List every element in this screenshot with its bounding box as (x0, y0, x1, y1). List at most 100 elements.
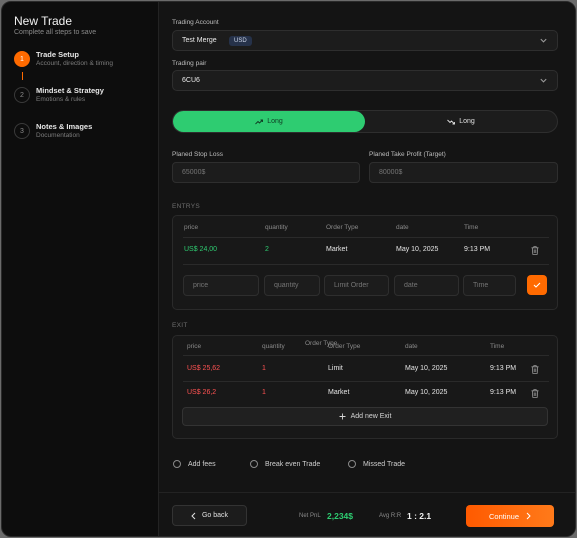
exit-price: US$ 25,62 (187, 365, 221, 372)
pair-select[interactable]: 6CU6 (172, 70, 558, 91)
col-price: price (184, 224, 199, 231)
step-mindset-strategy[interactable]: 2 Mindset & Strategy Emotions & rules (14, 86, 154, 116)
currency-badge: USD (229, 36, 252, 46)
continue-label: Continue (488, 511, 520, 521)
net-pnl-value: 2,234$ (327, 511, 353, 521)
stop-loss-input[interactable] (172, 162, 360, 183)
chevron-down-icon (540, 78, 547, 83)
entry-price: US$ 24,00 (184, 246, 218, 253)
exit-time: 9:13 PM (490, 389, 517, 396)
checkbox-circle (173, 460, 181, 468)
add-fees-checkbox[interactable]: Add fees (173, 460, 216, 468)
short-label: Long (459, 118, 475, 125)
step-connector (22, 72, 23, 80)
trash-icon[interactable] (531, 365, 539, 374)
step-notes-images[interactable]: 3 Notes & Images Documentation (14, 122, 154, 152)
col-price: price (187, 343, 202, 350)
exit-date: May 10, 2025 (405, 389, 448, 396)
pair-value: 6CU6 (182, 77, 200, 84)
new-entry-date-input[interactable] (394, 275, 459, 296)
break-even-checkbox[interactable]: Break even Trade (250, 460, 320, 468)
step-trade-setup[interactable]: 1 Trade Setup Account, direction & timin… (14, 50, 154, 80)
footer-bar: Go back Net PnL 2,234$ Avg R:R 1 : 2.1 C… (159, 492, 575, 536)
divider (183, 237, 549, 238)
exit-order-type: Market (328, 389, 350, 396)
net-pnl-label: Net PnL (299, 513, 321, 519)
trash-icon[interactable] (531, 246, 539, 255)
continue-button[interactable]: Continue (466, 505, 554, 527)
stop-loss-label: Planed Stop Loss (172, 151, 223, 158)
new-entry-order-type-input[interactable] (324, 275, 389, 296)
new-entry-quantity-input[interactable] (264, 275, 320, 296)
exit-quantity: 1 (262, 389, 266, 396)
trend-up-icon (255, 119, 264, 124)
confirm-entry-button[interactable] (527, 275, 547, 295)
entries-section-label: ENTRYS (172, 203, 201, 210)
checkbox-circle (250, 460, 258, 468)
avg-rr-value: 1 : 2.1 (407, 511, 432, 521)
entry-date: May 10, 2025 (396, 246, 439, 253)
trash-icon[interactable] (531, 389, 539, 398)
col-time: Time (464, 224, 479, 231)
col-date: date (405, 343, 418, 350)
page-title: New Trade (14, 14, 73, 28)
chevron-right-icon (526, 512, 531, 520)
trade-setup-form: Trading Account Test Merge USD Trading p… (158, 2, 575, 536)
page-subtitle: Complete all steps to save (14, 29, 97, 36)
step-desc: Account, direction & timing (36, 60, 113, 67)
long-label: Long (267, 118, 283, 125)
col-order-type: Order Type (326, 224, 359, 231)
entry-time: 9:13 PM (464, 246, 491, 253)
plus-icon (339, 413, 346, 420)
col-order-type: Order Type (328, 343, 361, 350)
pair-label: Trading pair (172, 60, 207, 67)
col-date: date (396, 224, 409, 231)
add-new-exit-button[interactable]: Add new Exit (182, 407, 548, 426)
chevron-down-icon (540, 38, 547, 43)
go-back-label: Go back (201, 512, 229, 519)
step-desc: Documentation (36, 132, 80, 139)
missed-trade-label: Missed Trade (363, 460, 406, 468)
long-button[interactable]: Long (173, 111, 365, 132)
check-icon (533, 282, 541, 288)
exits-panel: price quantity Order Type Order Type dat… (172, 335, 558, 439)
trend-down-icon (447, 119, 456, 124)
entries-panel: price quantity Order Type date Time US$ … (172, 215, 558, 310)
exit-section-label: EXIT (172, 322, 188, 329)
step-number: 1 (14, 51, 30, 67)
account-value: Test Merge (182, 37, 217, 44)
go-back-button[interactable]: Go back (172, 505, 247, 526)
add-new-exit-label: Add new Exit (350, 413, 392, 420)
add-fees-label: Add fees (188, 460, 216, 468)
take-profit-input[interactable] (369, 162, 558, 183)
new-entry-time-input[interactable] (463, 275, 516, 296)
step-title: Mindset & Strategy (36, 86, 104, 95)
step-number: 2 (14, 87, 30, 103)
entry-order-type: Market (326, 246, 348, 253)
new-entry-price-input[interactable] (183, 275, 259, 296)
avg-rr-label: Avg R:R (379, 513, 402, 519)
step-desc: Emotions & rules (36, 96, 86, 103)
step-number: 3 (14, 123, 30, 139)
direction-toggle: Long Long (172, 110, 558, 133)
account-select[interactable]: Test Merge USD (172, 30, 558, 51)
checkbox-circle (348, 460, 356, 468)
divider (183, 355, 549, 356)
entry-quantity: 2 (265, 246, 269, 253)
col-quantity: quantity (262, 343, 285, 350)
break-even-label: Break even Trade (265, 460, 321, 468)
col-quantity: quantity (265, 224, 288, 231)
short-button[interactable]: Long (365, 111, 557, 132)
steps-sidebar: New Trade Complete all steps to save 1 T… (2, 2, 158, 536)
take-profit-label: Planed Take Profit (Target) (369, 151, 446, 158)
chevron-left-icon (191, 512, 196, 519)
account-label: Trading Account (172, 19, 219, 26)
step-title: Notes & Images (36, 122, 93, 131)
exit-order-type: Limit (328, 365, 343, 372)
exit-price: US$ 26,2 (187, 389, 217, 396)
missed-trade-checkbox[interactable]: Missed Trade (348, 460, 405, 468)
exit-time: 9:13 PM (490, 365, 517, 372)
divider (183, 264, 549, 265)
divider (183, 381, 549, 382)
col-time: Time (490, 343, 505, 350)
